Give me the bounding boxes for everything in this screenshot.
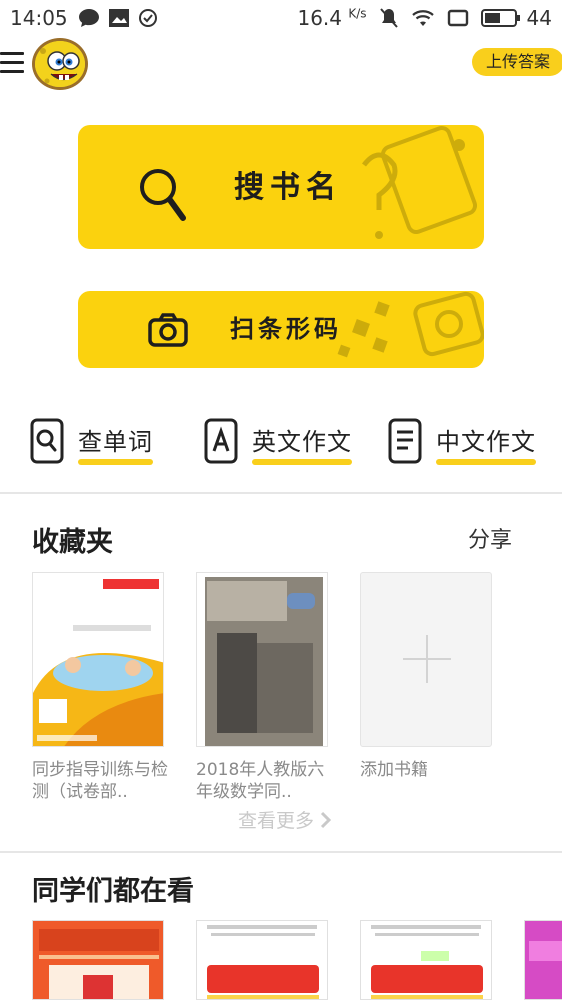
- book-cover: [32, 572, 164, 747]
- book-cover: [525, 921, 562, 999]
- magnifier-box-icon: [30, 418, 64, 464]
- status-bar: 14:05 16.4 K/s 44: [0, 0, 562, 36]
- share-button[interactable]: 分享: [468, 522, 512, 554]
- scan-barcode-label: 扫条形码: [230, 315, 342, 343]
- add-book-label: 添加书籍: [360, 760, 428, 780]
- background-pattern: [362, 125, 478, 239]
- search-icon: [140, 169, 186, 221]
- book-cover: [196, 572, 328, 747]
- menu-icon[interactable]: [0, 52, 26, 74]
- search-book-button[interactable]: 搜书名: [78, 125, 484, 249]
- book-cover: [33, 921, 163, 999]
- favorites-title: 收藏夹: [32, 527, 113, 558]
- letter-a-box-icon: [204, 418, 238, 464]
- tool-english-essay-label: 英文作文: [252, 422, 352, 465]
- mute-icon: [379, 8, 398, 28]
- background-pattern: [337, 291, 484, 358]
- document-lines-icon: [388, 418, 422, 464]
- book-title: 2018年人教版六年级数学同..: [196, 760, 325, 802]
- chat-bubble-icon: [78, 9, 99, 27]
- chevron-right-icon: [321, 811, 332, 829]
- scan-barcode-button[interactable]: 扫条形码: [78, 291, 484, 368]
- popular-book[interactable]: [196, 920, 328, 1000]
- favorite-book[interactable]: 同步指导训练与检测（试卷部..: [32, 572, 168, 803]
- add-book-box[interactable]: [360, 572, 492, 747]
- tool-lookup-word[interactable]: 查单词: [30, 418, 153, 465]
- popular-book[interactable]: [524, 920, 562, 1000]
- favorite-book[interactable]: 2018年人教版六年级数学同..: [196, 572, 328, 803]
- app-bar: 上传答案: [0, 36, 562, 90]
- upload-answer-button[interactable]: 上传答案: [471, 48, 562, 76]
- book-title: 同步指导训练与检测（试卷部..: [32, 760, 168, 802]
- book-cover: [197, 921, 327, 999]
- wifi-icon: [411, 10, 434, 26]
- tool-chinese-essay-label: 中文作文: [436, 422, 536, 465]
- search-book-label: 搜书名: [234, 170, 342, 205]
- popular-title: 同学们都在看: [32, 876, 194, 907]
- popular-book[interactable]: [32, 920, 164, 1000]
- battery-level: 44: [526, 6, 552, 30]
- check-circle-icon: [138, 9, 157, 27]
- image-icon: [108, 9, 129, 27]
- tool-chinese-essay[interactable]: 中文作文: [388, 418, 536, 465]
- tool-lookup-word-label: 查单词: [78, 422, 153, 465]
- popular-book[interactable]: [360, 920, 492, 1000]
- status-time: 14:05: [10, 6, 68, 30]
- avatar[interactable]: [32, 38, 88, 90]
- camera-icon: [148, 313, 188, 347]
- tools-row: 查单词 英文作文 中文作文: [0, 418, 562, 478]
- sim-icon: [447, 9, 468, 27]
- see-more-link[interactable]: 查看更多: [238, 806, 332, 833]
- battery-icon: [480, 9, 520, 27]
- plus-icon: [403, 635, 451, 683]
- divider: [0, 851, 562, 853]
- tool-english-essay[interactable]: 英文作文: [204, 418, 352, 465]
- add-book[interactable]: 添加书籍: [360, 572, 492, 781]
- divider: [0, 492, 562, 494]
- book-cover: [361, 921, 491, 999]
- network-speed: 16.4 K/s: [297, 6, 367, 30]
